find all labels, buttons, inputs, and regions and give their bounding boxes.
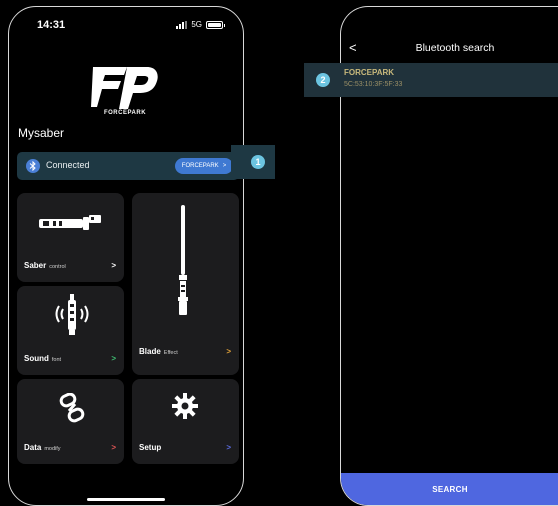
device-list-item[interactable]: 2 FORCEPARK 5C:53:10:3F:5F:33	[304, 63, 558, 97]
device-mac-address: 5C:53:10:3F:5F:33	[344, 81, 403, 88]
screen-title: Bluetooth search	[415, 42, 495, 54]
data-chevron-icon: >	[111, 443, 116, 452]
callout-1: 1	[251, 155, 265, 169]
setup-tile[interactable]: Setup >	[132, 379, 239, 464]
gear-icon	[172, 393, 198, 419]
status-time: 14:31	[37, 19, 66, 31]
lightsaber-blade-icon	[178, 205, 188, 315]
home-indicator	[87, 498, 165, 501]
battery-icon	[206, 20, 225, 29]
blade-chevron-icon: >	[226, 347, 231, 356]
setup-tile-label: Setup	[139, 443, 162, 452]
connection-status-bar[interactable]: Connected FORCEPARK >	[17, 152, 239, 180]
saber-tile-label: Saber control	[24, 261, 66, 270]
setup-chevron-icon: >	[226, 443, 231, 452]
signal-icon	[176, 20, 188, 29]
device-name: FORCEPARK	[344, 68, 395, 77]
link-chain-icon	[59, 393, 85, 423]
saber-chevron-icon: >	[111, 261, 116, 270]
sound-font-tile[interactable]: Sound font >	[17, 286, 124, 375]
lightsaber-hilt-icon	[39, 215, 101, 230]
sound-tile-label: Sound font	[24, 354, 62, 363]
data-tile-label: Data modify	[24, 443, 61, 452]
saber-control-tile[interactable]: Saber control >	[17, 193, 124, 282]
blade-effect-tile[interactable]: Blade Effect >	[132, 193, 239, 375]
chevron-right-icon: >	[222, 163, 227, 169]
search-button[interactable]: SEARCH	[341, 473, 558, 505]
back-button[interactable]: <	[349, 40, 357, 55]
bluetooth-icon	[26, 159, 40, 173]
logo-text: FORCEPARK	[103, 110, 147, 116]
data-modify-tile[interactable]: Data modify >	[17, 379, 124, 464]
network-type: 5G	[191, 20, 202, 29]
sound-chevron-icon: >	[111, 354, 116, 363]
page-title: Mysaber	[18, 126, 65, 140]
status-bar: 14:31 5G	[37, 19, 227, 33]
sound-waves-hilt-icon	[55, 294, 89, 335]
home-screen: 14:31 5G FORCEPARK Mysaber Connected FOR…	[8, 6, 244, 506]
status-indicators: 5G	[176, 20, 225, 29]
connected-device-button[interactable]: FORCEPARK >	[175, 158, 233, 174]
blade-tile-label: Blade Effect	[139, 347, 178, 356]
connection-status-label: Connected	[46, 160, 90, 170]
connected-device-name: FORCEPARK	[181, 163, 219, 169]
callout-2: 2	[316, 73, 330, 87]
